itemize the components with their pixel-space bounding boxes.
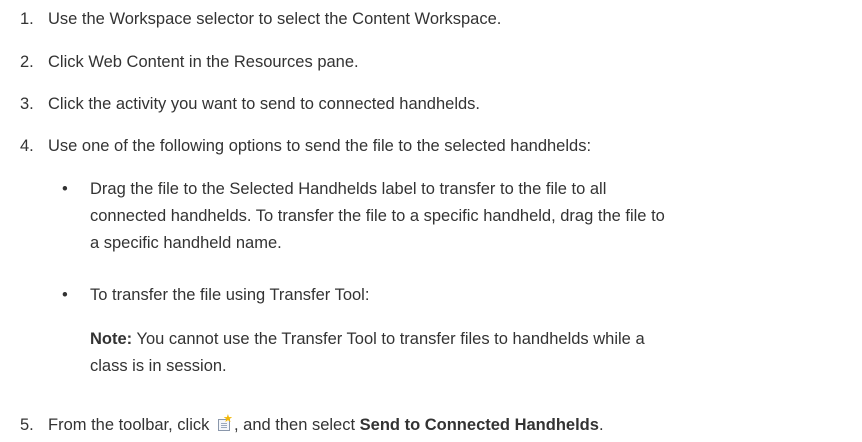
step-text-end: . (598, 416, 604, 434)
new-document-icon[interactable]: ★ (217, 413, 233, 432)
send-to-connected-handhelds-label: Send to Connected Handhelds (359, 416, 599, 434)
bullet-text: To transfer the file using Transfer Tool… (90, 283, 850, 307)
note-line-1: Note: You cannot use the Transfer Tool t… (90, 327, 830, 351)
step-number: 3. (20, 95, 34, 113)
bullet-line: To transfer the file using Transfer Tool… (90, 286, 370, 304)
step-text: Use the Workspace selector to select the… (48, 10, 502, 28)
bullet-text: Drag the file to the Selected Handhelds … (90, 177, 850, 255)
step-text: Click the activity you want to send to c… (48, 95, 481, 113)
step-5: 5. From the toolbar, click ★, and then se… (20, 413, 604, 437)
note-text: You cannot use the Transfer Tool to tran… (132, 330, 645, 348)
step-text: Use one of the following options to send… (48, 137, 592, 155)
step-number: 1. (20, 10, 34, 28)
step-1: 1. Use the Workspace selector to select t… (20, 7, 501, 31)
note: Note: You cannot use the Transfer Tool t… (90, 327, 830, 378)
star-glyph: ★ (222, 413, 233, 425)
step-2: 2. Click Web Content in the Resources pan… (20, 50, 359, 74)
step-text-before: From the toolbar, click (48, 416, 214, 434)
step-4: 4. Use one of the following options to se… (20, 134, 591, 158)
note-line-2: class is in session. (90, 357, 227, 375)
step-text-after: , and then select (233, 416, 360, 434)
document-body: 1. Use the Workspace selector to select t… (0, 0, 862, 442)
bullet-line: Drag the file to the Selected Handhelds … (90, 180, 607, 198)
step-number: 4. (20, 137, 34, 155)
step-text: Click Web Content in the Resources pane. (48, 53, 359, 71)
note-label: Note: (90, 330, 133, 348)
bullet-line: a specific handheld name. (90, 234, 282, 252)
bullet-dot: • (62, 180, 68, 198)
bullet-line: connected handhelds. To transfer the fil… (90, 207, 665, 225)
step-number: 5. (20, 416, 34, 434)
bullet-dot: • (62, 286, 68, 304)
step-number: 2. (20, 53, 34, 71)
step-3: 3. Click the activity you want to send to… (20, 92, 480, 116)
